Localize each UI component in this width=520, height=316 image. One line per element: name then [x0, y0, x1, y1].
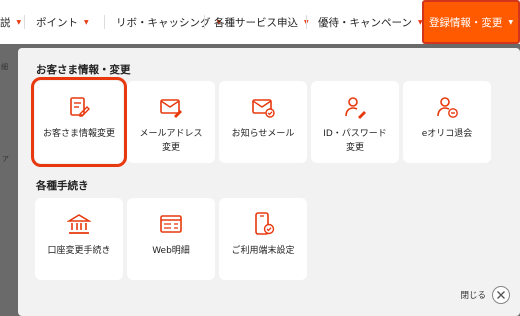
tile-eorico-withdrawal[interactable]: eオリコ退会 [403, 81, 491, 163]
nav-item-campaigns[interactable]: 優待・キャンペーン ▼ [318, 0, 423, 44]
nav-item-revo-cashing[interactable]: リボ・キャッシング ▼ [116, 0, 221, 44]
nav-divider [104, 15, 105, 29]
tile-account-change[interactable]: 口座変更手続き [35, 198, 123, 280]
tile-label: Web明細 [152, 246, 190, 256]
background-text: ア [2, 155, 9, 163]
tile-label: eオリコ退会 [421, 129, 473, 139]
profile-edit-icon [70, 97, 90, 117]
nav-item-label: 登録情報・変更 [428, 16, 503, 29]
tile-label: ご利用端末設定 [231, 246, 295, 256]
section-title-customer-info: お客さま情報・変更 [36, 64, 131, 76]
tile-email-change[interactable]: メールアドレス 変更 [127, 81, 215, 163]
tile-label: お知らせメール [231, 129, 295, 139]
user-remove-icon [437, 97, 458, 118]
close-control[interactable]: 閉じる [460, 286, 510, 304]
nav-item-label: ポイント [36, 16, 78, 29]
tile-label: お客さま情報変更 [42, 129, 115, 139]
device-check-icon [255, 212, 275, 235]
nav-item-label: リボ・キャッシング [116, 16, 211, 29]
nav-item-label: 説 [0, 16, 11, 29]
nav-divider [204, 15, 205, 29]
user-key-icon [345, 97, 366, 119]
mail-check-icon [252, 99, 275, 118]
nav-divider [306, 15, 307, 29]
close-label: 閉じる [460, 291, 486, 301]
tile-label: ID・パスワード 変更 [323, 129, 387, 153]
nav-item-partial[interactable]: 説 ▼ [0, 0, 21, 44]
nav-item-label: 各種サービス申込 [214, 16, 298, 29]
nav-item-services[interactable]: 各種サービス申込 ▼ [214, 0, 309, 44]
web-statement-icon [160, 215, 182, 233]
background-text: 細 [1, 63, 8, 71]
bank-icon [67, 214, 91, 234]
close-button[interactable] [492, 286, 510, 304]
tile-customer-info-change[interactable]: お客さま情報変更 [31, 77, 127, 167]
nav-divider [24, 15, 25, 29]
caret-down-icon: ▼ [16, 18, 22, 26]
nav-item-registration[interactable]: 登録情報・変更 ▼ [422, 0, 520, 44]
close-icon [497, 291, 505, 299]
nav-item-label: 優待・キャンペーン [318, 16, 412, 29]
tile-notification-mail[interactable]: お知らせメール [219, 81, 307, 163]
tile-device-settings[interactable]: ご利用端末設定 [219, 198, 307, 280]
registration-dropdown-panel: お客さま情報・変更 お客さま情報変更 メールアドレス 変更 お知らせメール ID… [18, 48, 520, 316]
tile-id-password-change[interactable]: ID・パスワード 変更 [311, 81, 399, 163]
section-title-procedures: 各種手続き [36, 180, 89, 192]
tile-web-statement[interactable]: Web明細 [127, 198, 215, 280]
caret-down-icon: ▼ [508, 18, 514, 26]
top-navbar: 説 ▼ ポイント ▼ リボ・キャッシング ▼ 各種サービス申込 ▼ 優待・キャン… [0, 0, 520, 44]
nav-item-points[interactable]: ポイント ▼ [36, 0, 89, 44]
tile-label: メールアドレス 変更 [139, 129, 203, 153]
mail-edit-icon [160, 99, 182, 118]
tile-label: 口座変更手続き [47, 246, 111, 256]
caret-down-icon: ▼ [84, 18, 89, 26]
